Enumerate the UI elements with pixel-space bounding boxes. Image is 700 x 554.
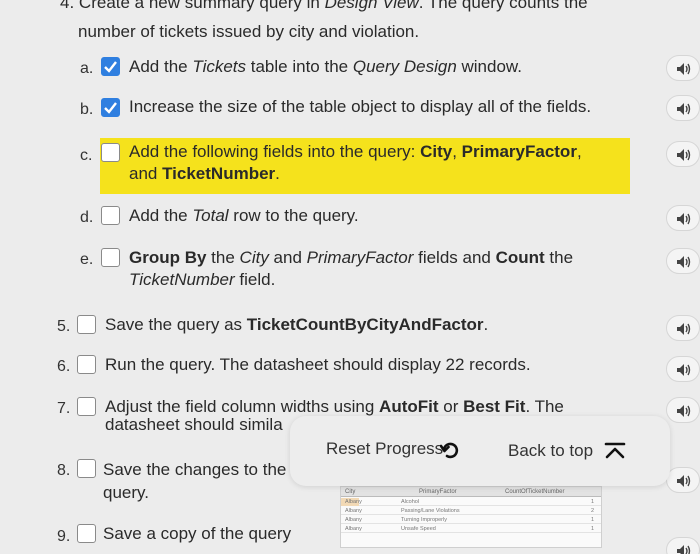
step8-audio-button[interactable] xyxy=(666,467,700,493)
step8-text-line1: Save the changes to the xyxy=(103,460,287,479)
substep-e-audio-button[interactable] xyxy=(666,248,700,274)
substep-c-checkbox[interactable] xyxy=(101,143,120,162)
speaker-icon xyxy=(677,475,691,487)
substep-d-checkbox[interactable] xyxy=(101,206,120,225)
step5-checkbox[interactable] xyxy=(77,315,96,334)
step7-checkbox[interactable] xyxy=(77,397,96,416)
step8-checkbox[interactable] xyxy=(77,459,96,478)
substep-e-text-line2: TicketNumber field. xyxy=(129,270,276,289)
substep-b-text: Increase the size of the table object to… xyxy=(129,97,592,116)
floating-progress-toolbar: Reset Progress Back to top xyxy=(290,416,670,486)
datasheet-row: Albany Alcohol 1 xyxy=(341,498,601,506)
back-to-top-button[interactable]: Back to top xyxy=(508,441,593,461)
step6-audio-button[interactable] xyxy=(666,356,700,382)
substep-a-audio-button[interactable] xyxy=(666,55,700,81)
step9-text: Save a copy of the query xyxy=(103,524,292,543)
step5-audio-button[interactable] xyxy=(666,315,700,341)
substep-e-letter: e. xyxy=(80,251,94,268)
substep-d-audio-button[interactable] xyxy=(666,205,700,231)
step7-text-line2: datasheet should simila xyxy=(105,415,283,434)
datasheet-row: Albany Passing/Lane Violations 2 xyxy=(341,507,601,515)
reset-progress-button[interactable]: Reset Progress xyxy=(326,439,443,459)
checkmark-icon xyxy=(104,61,117,73)
speaker-icon xyxy=(677,149,691,161)
datasheet-row: Albany Unsafe Speed 1 xyxy=(341,525,601,533)
speaker-icon xyxy=(677,103,691,115)
substep-e-text-line1: Group By the City and PrimaryFactor fiel… xyxy=(129,248,574,267)
speaker-icon xyxy=(677,545,691,554)
step8-text-line2: query. xyxy=(103,483,149,502)
step6-number: 6. xyxy=(57,358,71,375)
checkmark-icon xyxy=(104,102,117,114)
substep-c-text-line1: Add the following fields into the query:… xyxy=(129,142,582,161)
substep-c-audio-button[interactable] xyxy=(666,141,700,167)
substep-d-text: Add the Total row to the query. xyxy=(129,206,359,225)
speaker-icon xyxy=(677,405,691,417)
arrow-up-to-line-icon[interactable] xyxy=(604,442,626,465)
step6-checkbox[interactable] xyxy=(77,355,96,374)
datasheet-header-row: City PrimaryFactor CountOfTicketNumber xyxy=(341,487,601,497)
speaker-icon xyxy=(677,63,691,75)
speaker-icon xyxy=(677,323,691,335)
datasheet-header-count: CountOfTicketNumber xyxy=(505,489,565,495)
step5-number: 5. xyxy=(57,318,71,335)
speaker-icon xyxy=(677,213,691,225)
step4-line2: number of tickets issued by city and vio… xyxy=(78,22,420,41)
substep-c-letter: c. xyxy=(80,147,93,164)
step7-number: 7. xyxy=(57,400,71,417)
datasheet-preview-image: City PrimaryFactor CountOfTicketNumber A… xyxy=(340,486,602,548)
substep-a-checkbox[interactable] xyxy=(101,57,120,76)
substep-b-letter: b. xyxy=(80,101,94,118)
substep-b-checkbox[interactable] xyxy=(101,98,120,117)
speaker-icon xyxy=(677,364,691,376)
datasheet-row: Albany Turning Improperly 1 xyxy=(341,516,601,524)
substep-a-letter: a. xyxy=(80,60,94,77)
step6-text: Run the query. The datasheet should disp… xyxy=(105,355,531,374)
step8-number: 8. xyxy=(57,462,71,479)
substep-b-audio-button[interactable] xyxy=(666,95,700,121)
step7-audio-button[interactable] xyxy=(666,397,700,423)
step5-text: Save the query as TicketCountByCityAndFa… xyxy=(105,315,489,334)
substep-c-text-line2: and TicketNumber. xyxy=(129,164,280,183)
step4-line1: 4. Create a new summary query in Design … xyxy=(60,0,588,14)
undo-arrow-icon[interactable] xyxy=(439,440,460,465)
datasheet-header-city: City xyxy=(345,489,356,495)
substep-a-text: Add the Tickets table into the Query Des… xyxy=(129,57,522,76)
datasheet-header-factor: PrimaryFactor xyxy=(419,489,457,495)
step4-number: 4. xyxy=(60,0,75,12)
substep-e-checkbox[interactable] xyxy=(101,248,120,267)
speaker-icon xyxy=(677,256,691,268)
substep-d-letter: d. xyxy=(80,209,94,226)
step9-number: 9. xyxy=(57,528,71,545)
step9-checkbox[interactable] xyxy=(77,524,96,543)
step9-audio-button[interactable] xyxy=(666,537,700,554)
instruction-page: 4. Create a new summary query in Design … xyxy=(0,0,700,554)
